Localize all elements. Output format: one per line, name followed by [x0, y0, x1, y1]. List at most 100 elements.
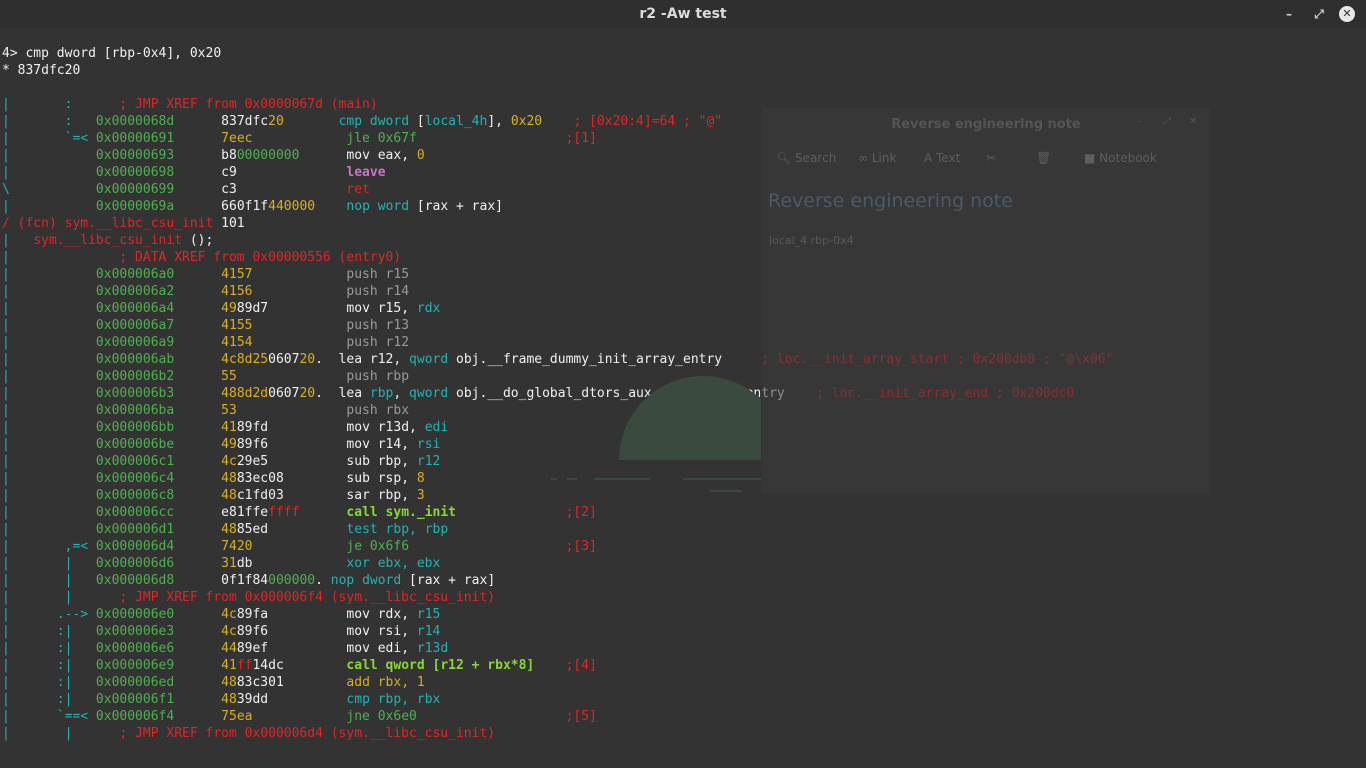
maximize-icon[interactable]: ⤢	[1309, 4, 1329, 24]
terminal-token: r12	[416, 454, 441, 469]
terminal-token: cmp rbp, rbx	[346, 692, 441, 707]
terminal-token: |	[2, 454, 10, 469]
terminal-token: |	[2, 301, 10, 316]
terminal-token: 20	[268, 114, 284, 129]
close-icon[interactable]: ✕	[1186, 115, 1200, 129]
terminal-token: qword	[409, 352, 449, 367]
link-tool[interactable]: ∞ Link	[858, 151, 896, 165]
terminal-token: push rbx	[346, 403, 410, 418]
notebook-label: Notebook	[1099, 151, 1157, 165]
terminal-token: 4c8d	[221, 352, 253, 367]
close-icon[interactable]: ✕	[1339, 6, 1355, 22]
terminal-token: call qword [r12 + rbx*8]	[346, 658, 535, 673]
terminal-token: |	[2, 658, 10, 673]
terminal-line: | :| 0x000006e9 41ff14dc call qword [r12…	[2, 657, 597, 674]
terminal-token: 53	[221, 403, 237, 418]
terminal-token: 440000	[268, 199, 316, 214]
terminal-token: 25	[252, 352, 269, 367]
terminal-token: 0x000006ba	[95, 403, 175, 418]
terminal-line: | sym.__libc_csu_init ();	[2, 232, 213, 249]
terminal-token: ]	[495, 199, 503, 214]
terminal-line: | 0x000006a2 4156 push r14	[2, 283, 409, 300]
strikethrough-icon[interactable]: ✂	[986, 151, 996, 165]
terminal-token: 0x00000693	[95, 148, 175, 163]
terminal-token: |	[2, 250, 10, 265]
terminal-token: obj.__frame_dummy_init_array_entry	[448, 352, 723, 367]
notebook-tool[interactable]: ■ Notebook	[1084, 151, 1157, 165]
terminal-token: ;[1]	[565, 131, 597, 146]
terminal-token: 89fd	[236, 420, 269, 435]
terminal-token: rax	[424, 199, 449, 214]
terminal-token: cmp dword	[338, 114, 410, 129]
maximize-icon[interactable]: ⤢	[1160, 115, 1174, 129]
terminal-line: | 0x000006a9 4154 push r12	[2, 334, 409, 351]
terminal-token: rdx	[416, 301, 441, 316]
terminal-token: 20	[299, 352, 316, 367]
terminal-line: | ,=< 0x000006d4 7420 je 0x6f6 ;[3]	[2, 538, 597, 555]
terminal-token: :	[9, 114, 96, 129]
note-heading[interactable]: Reverse engineering note	[768, 190, 1013, 212]
terminal-token: mov r15,	[346, 301, 417, 316]
minimize-icon[interactable]: –	[1279, 4, 1299, 24]
note-window[interactable]: Reverse engineering note – ⤢ ✕ 🔍︎ Search…	[762, 108, 1210, 494]
terminal-token: rax	[463, 573, 488, 588]
window-titlebar[interactable]: r2 -Aw test – ⤢ ✕	[0, 0, 1366, 28]
note-body[interactable]: local_4 rbp-0x4	[769, 234, 854, 247]
terminal-token: ;[2]	[565, 505, 597, 520]
terminal-token: ],	[487, 114, 511, 129]
terminal-token: :|	[9, 641, 96, 656]
terminal-line: | 0x000006c1 4c29e5 sub rbp, r12	[2, 453, 440, 470]
terminal-line: * 837dfc20	[2, 62, 80, 79]
terminal-token: |	[2, 420, 10, 435]
terminal-line: | `=< 0x00000691 7eec jle 0x67f ;[1]	[2, 130, 597, 147]
terminal-token: 0x000006c4	[95, 471, 175, 486]
trash-icon[interactable]: 🗑︎	[1036, 151, 1051, 165]
terminal-token: `==<	[9, 709, 96, 724]
minimize-icon[interactable]: –	[1132, 115, 1146, 129]
terminal-token: |	[2, 267, 10, 282]
terminal-token: lea r12,	[338, 352, 410, 367]
terminal-token: 0607	[268, 352, 300, 367]
terminal-token: sub rsp,	[346, 471, 417, 486]
text-tool[interactable]: A Text	[924, 151, 960, 165]
decorative-bubble	[619, 376, 761, 460]
terminal-line: | 0x000006c4 4883ec08 sub rsp, 8	[2, 470, 425, 487]
decorative-dash	[567, 478, 577, 480]
terminal-token: je 0x6f6	[346, 539, 410, 554]
terminal-token: ; JMP XREF from 0x000006d4 (sym.__libc_c…	[119, 726, 496, 741]
terminal-line: | 0x000006a7 4155 push r13	[2, 317, 409, 334]
terminal-token: e81ffe	[221, 505, 269, 520]
terminal-token: 0x000006e9	[95, 658, 175, 673]
search-tool[interactable]: 🔍︎ Search	[776, 151, 836, 165]
terminal-token: |	[2, 573, 10, 588]
terminal-token: mov rdx,	[346, 607, 417, 622]
terminal-token: 4> cmp dword [rbp-0x4], 0x20	[2, 46, 222, 61]
terminal-token: 85ed	[236, 522, 269, 537]
terminal-token: |	[2, 590, 10, 605]
terminal-token: lea	[338, 386, 370, 401]
terminal-token: 3	[416, 488, 425, 503]
terminal-token: |	[9, 726, 120, 741]
terminal-token: 0x000006c1	[95, 454, 175, 469]
terminal-token: ,	[393, 386, 410, 401]
terminal-token: |	[2, 352, 10, 367]
terminal-token: rax	[471, 199, 496, 214]
terminal-token: ; [0x20:4]=64 ; "@"	[573, 114, 723, 129]
